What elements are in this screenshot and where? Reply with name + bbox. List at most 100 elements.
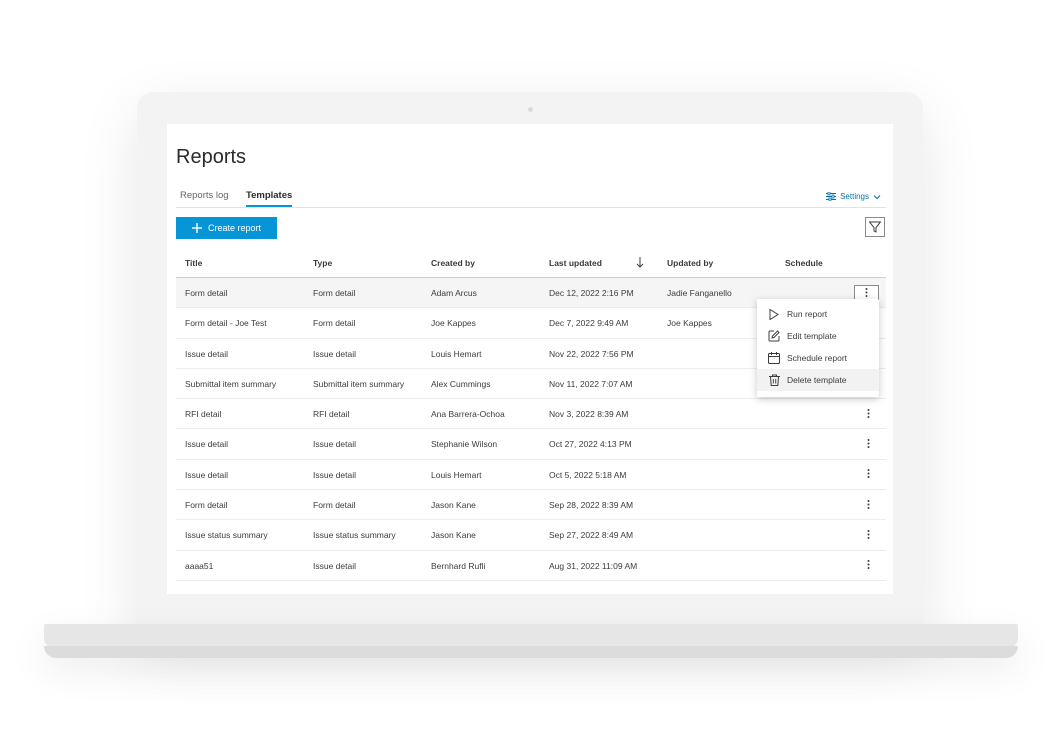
cell-last-updated: Sep 28, 2022 8:39 AM (549, 500, 634, 511)
cell-title: Issue detail (185, 439, 228, 450)
row-context-menu: Run report Edit template Schedule report… (757, 299, 879, 397)
cell-created-by: Louis Hemart (431, 469, 482, 480)
plus-icon (191, 223, 202, 233)
menu-item-schedule-report[interactable]: Schedule report (757, 347, 879, 369)
table-row[interactable]: Issue status summary Issue status summary… (176, 520, 886, 551)
more-vertical-icon (867, 438, 869, 448)
header-updated-by[interactable]: Updated by (667, 258, 713, 268)
tab-templates[interactable]: Templates (246, 190, 293, 207)
header-schedule[interactable]: Schedule (785, 258, 823, 268)
settings-label: Settings (840, 192, 869, 201)
filter-icon (869, 221, 881, 233)
sliders-icon (826, 192, 837, 201)
cell-title: Submittal item summary (185, 378, 277, 389)
cell-title: RFI detail (185, 409, 222, 420)
cell-title: Issue detail (185, 348, 228, 359)
cell-created-by: Ana Barrera-Ochoa (431, 409, 505, 420)
cell-last-updated: Nov 3, 2022 8:39 AM (549, 409, 629, 420)
cell-created-by: Louis Hemart (431, 348, 482, 359)
cell-created-by: Joe Kappes (431, 318, 476, 329)
cell-updated-by: Joe Kappes (667, 318, 712, 329)
cell-last-updated: Oct 27, 2022 4:13 PM (549, 439, 632, 450)
more-actions-button[interactable] (861, 527, 875, 541)
cell-created-by: Bernhard Rufli (431, 560, 486, 571)
cell-created-by: Alex Cummings (431, 378, 491, 389)
more-actions-button[interactable] (861, 558, 875, 572)
create-report-label: Create report (207, 223, 262, 233)
menu-label-delete-template: Delete template (787, 375, 847, 385)
laptop-base-lip (44, 646, 1018, 658)
cell-last-updated: Aug 31, 2022 11:09 AM (549, 560, 638, 571)
header-title[interactable]: Title (185, 258, 202, 268)
more-vertical-icon (867, 408, 869, 418)
cell-last-updated: Dec 7, 2022 9:49 AM (549, 318, 629, 329)
more-vertical-icon (867, 560, 869, 570)
more-actions-button[interactable] (861, 497, 875, 511)
more-vertical-icon (867, 469, 869, 479)
table-row[interactable]: aaaa51 Issue detail Bernhard Rufli Aug 31, … (176, 551, 886, 581)
sort-descending-icon[interactable] (636, 256, 644, 268)
chevron-down-icon (873, 194, 881, 199)
more-actions-button[interactable] (861, 467, 875, 481)
header-created-by[interactable]: Created by (431, 258, 475, 268)
more-actions-button[interactable] (854, 285, 879, 300)
cell-created-by: Adam Arcus (431, 288, 477, 298)
cell-type: Issue status summary (313, 530, 396, 541)
cell-created-by: Stephanie Wilson (431, 439, 498, 450)
cell-type: Issue detail (313, 560, 356, 571)
cell-type: Submittal item summary (313, 378, 405, 389)
calendar-icon (767, 351, 781, 365)
camera-dot (528, 107, 533, 112)
more-actions-button[interactable] (861, 436, 875, 450)
menu-label-edit-template: Edit template (787, 331, 837, 341)
header-last-updated[interactable]: Last updated (549, 258, 602, 268)
cell-last-updated: Sep 27, 2022 8:49 AM (549, 530, 634, 541)
play-icon (767, 307, 781, 321)
filter-button[interactable] (865, 217, 885, 237)
menu-label-schedule-report: Schedule report (787, 353, 848, 363)
cell-title: Issue status summary (185, 530, 268, 541)
more-vertical-icon (865, 288, 868, 297)
cell-created-by: Jason Kane (431, 530, 476, 541)
cell-last-updated: Dec 12, 2022 2:16 PM (549, 288, 634, 298)
cell-last-updated: Oct 5, 2022 5:18 AM (549, 469, 627, 480)
table-row[interactable]: RFI detail RFI detail Ana Barrera-Ochoa Nov… (176, 399, 886, 430)
table-header: Title Type Created by Last updated Updat… (176, 250, 886, 278)
trash-icon (767, 373, 781, 387)
cell-type: Issue detail (313, 348, 356, 359)
menu-item-delete-template[interactable]: Delete template (757, 369, 879, 391)
cell-title: Form detail (185, 500, 228, 511)
cell-type: Form detail (313, 500, 356, 511)
table-row[interactable]: Issue detail Issue detail Stephanie Wilson… (176, 429, 886, 460)
table-row[interactable]: Issue detail Issue detail Louis Hemart Oct … (176, 460, 886, 491)
create-report-button[interactable]: Create report (176, 217, 277, 239)
more-vertical-icon (867, 529, 869, 539)
cell-title: Form detail (185, 288, 228, 298)
more-actions-button[interactable] (861, 406, 875, 420)
page-title: Reports (176, 146, 247, 168)
cell-type: Issue detail (313, 469, 356, 480)
cell-title: aaaa51 (185, 560, 214, 571)
settings-button[interactable]: Settings (826, 192, 881, 201)
cell-type: RFI detail (313, 409, 350, 420)
tab-reports-log[interactable]: Reports log (180, 190, 229, 205)
more-vertical-icon (867, 499, 869, 509)
menu-label-run-report: Run report (787, 309, 828, 319)
cell-type: Issue detail (313, 439, 356, 450)
cell-created-by: Jason Kane (431, 500, 476, 511)
table-row[interactable]: Form detail Form detail Jason Kane Sep 28, … (176, 490, 886, 521)
cell-last-updated: Nov 11, 2022 7:07 AM (549, 378, 633, 389)
cell-last-updated: Nov 22, 2022 7:56 PM (549, 348, 634, 359)
edit-icon (767, 329, 781, 343)
cell-title: Issue detail (185, 469, 228, 480)
cell-updated-by: Jadie Fanganello (667, 288, 732, 298)
menu-item-run-report[interactable]: Run report (757, 303, 879, 325)
header-type[interactable]: Type (313, 258, 332, 268)
cell-type: Form detail (313, 318, 356, 329)
cell-title: Form detail - Joe Test (185, 318, 267, 329)
menu-item-edit-template[interactable]: Edit template (757, 325, 879, 347)
tab-bar: Reports log Templates (176, 190, 886, 208)
laptop-base (44, 624, 1018, 648)
cell-type: Form detail (313, 288, 356, 298)
app-screen: Reports Reports log Templates Settings C… (167, 124, 893, 594)
